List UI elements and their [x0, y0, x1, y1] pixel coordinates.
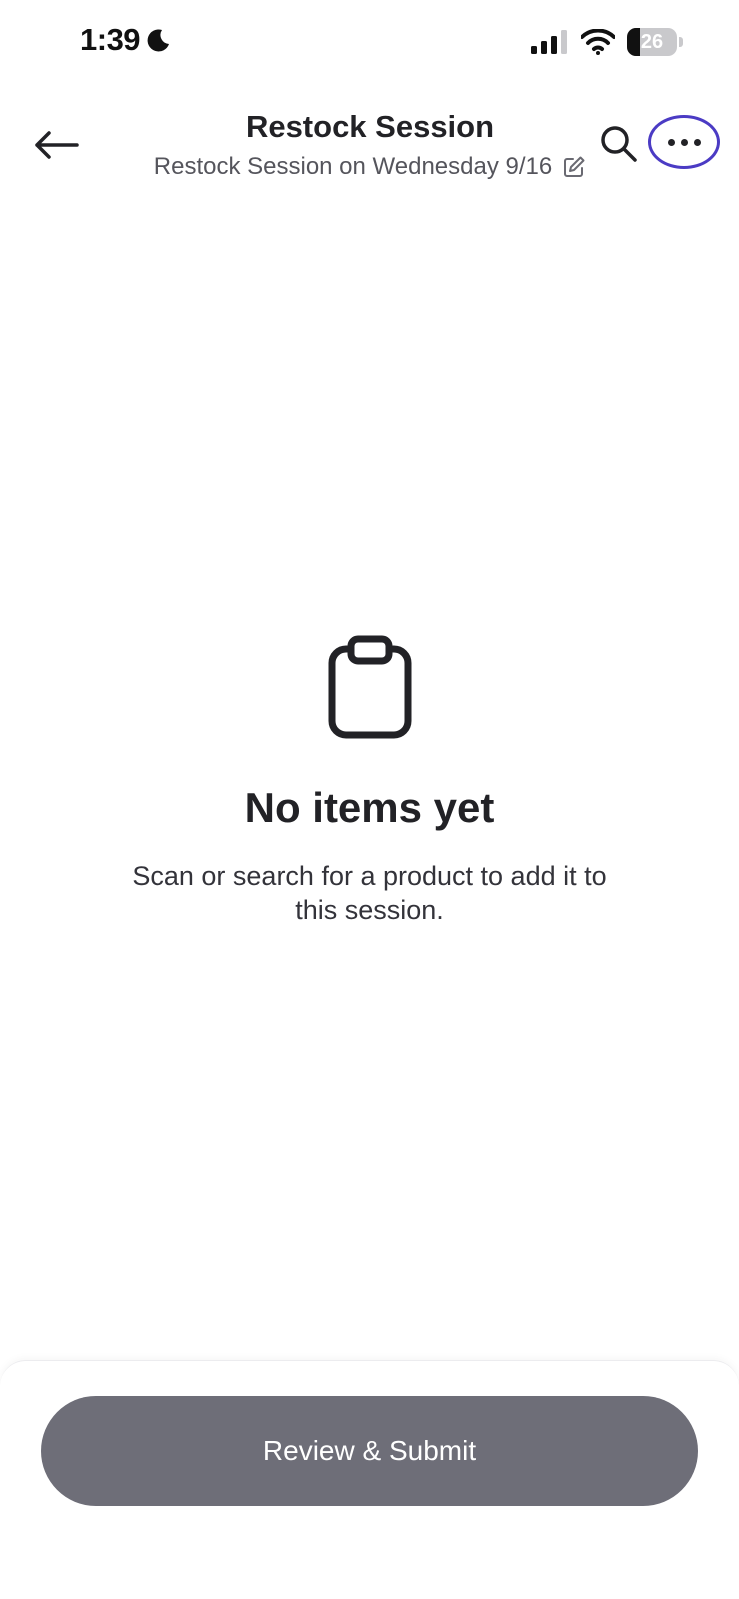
- page-subtitle: Restock Session on Wednesday 9/16: [153, 153, 553, 180]
- battery-cap: [679, 37, 683, 47]
- cellular-signal-icon: [531, 30, 567, 54]
- back-button[interactable]: [28, 117, 84, 173]
- page-title: Restock Session: [245, 109, 495, 144]
- search-button[interactable]: [596, 121, 642, 167]
- empty-state: No items yet Scan or search for a produc…: [0, 635, 739, 927]
- more-icon-dot: [680, 138, 688, 146]
- edit-icon: [564, 156, 585, 177]
- footer: Review & Submit: [0, 1360, 739, 1599]
- battery-level: 26: [640, 31, 664, 53]
- status-time: 1:39: [80, 22, 172, 58]
- search-icon: [601, 126, 637, 162]
- more-icon-dot: [693, 138, 701, 146]
- status-bar: 1:39 26: [0, 0, 739, 90]
- session-name-edit[interactable]: Restock Session on Wednesday 9/16: [120, 151, 620, 183]
- review-submit-button[interactable]: Review & Submit: [41, 1396, 698, 1506]
- empty-state-title: No items yet: [244, 784, 495, 831]
- battery-icon: 26: [627, 28, 683, 56]
- status-time-label: 1:39: [80, 22, 141, 57]
- battery-body: 26: [627, 28, 677, 56]
- more-options-button[interactable]: [648, 115, 720, 169]
- empty-state-message: Scan or search for a product to add it t…: [132, 861, 607, 925]
- moon-icon: [147, 29, 170, 52]
- more-icon: [667, 138, 675, 146]
- header: Restock Session Restock Session on Wedne…: [0, 95, 739, 195]
- wifi-icon: [581, 29, 615, 55]
- status-icons: 26: [531, 28, 683, 56]
- back-arrow-icon: [35, 131, 79, 159]
- title-block: Restock Session Restock Session on Wedne…: [120, 107, 620, 183]
- clipboard-icon: [328, 635, 411, 739]
